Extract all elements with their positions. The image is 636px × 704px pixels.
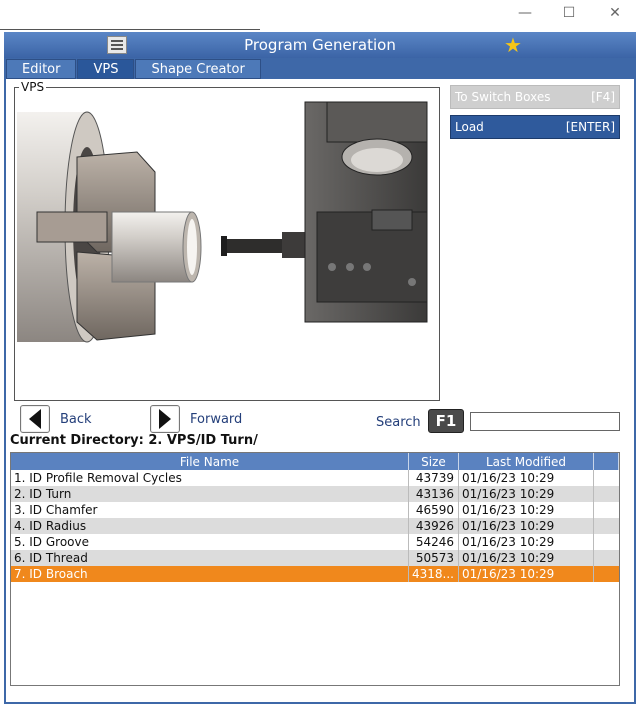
file-size-cell: 46590 (409, 502, 459, 518)
current-directory: Current Directory: 2. VPS/ID Turn/ (10, 433, 258, 448)
search-label: Search (376, 415, 421, 430)
tab-vps[interactable]: VPS (77, 59, 135, 79)
tab-bar: Editor VPS Shape Creator (6, 59, 262, 79)
file-modified-cell: 01/16/23 10:29 (459, 534, 594, 550)
file-name-cell: 4. ID Radius (11, 518, 409, 534)
table-row-selected[interactable]: 7. ID Broach 4318... 01/16/23 10:29 (11, 566, 619, 582)
app-frame: Program Generation ★ Editor VPS Shape Cr… (4, 32, 636, 704)
close-icon[interactable]: ✕ (602, 3, 628, 23)
file-size-cell: 43739 (409, 470, 459, 486)
back-arrow-icon (20, 405, 50, 433)
star-icon[interactable]: ★ (504, 34, 522, 56)
file-size-cell: 43136 (409, 486, 459, 502)
file-size-cell: 4318... (409, 566, 459, 582)
back-button[interactable]: Back (20, 405, 92, 433)
os-title-area (0, 0, 260, 30)
table-row[interactable]: 1. ID Profile Removal Cycles 43739 01/16… (11, 470, 619, 486)
forward-arrow-icon (150, 405, 180, 433)
table-row[interactable]: 6. ID Thread 50573 01/16/23 10:29 (11, 550, 619, 566)
file-size-cell: 54246 (409, 534, 459, 550)
table-row[interactable]: 5. ID Groove 54246 01/16/23 10:29 (11, 534, 619, 550)
table-row[interactable]: 4. ID Radius 43926 01/16/23 10:29 (11, 518, 619, 534)
file-name-cell: 7. ID Broach (11, 566, 409, 582)
file-table: File Name Size Last Modified 1. ID Profi… (10, 452, 620, 686)
file-modified-cell: 01/16/23 10:29 (459, 566, 594, 582)
file-modified-cell: 01/16/23 10:29 (459, 486, 594, 502)
vps-preview-box: VPS (14, 80, 440, 401)
tab-shape-creator[interactable]: Shape Creator (135, 59, 261, 79)
file-size-cell: 43926 (409, 518, 459, 534)
minimize-icon[interactable]: — (512, 3, 538, 23)
file-name-cell: 2. ID Turn (11, 486, 409, 502)
col-file-name[interactable]: File Name (11, 453, 409, 470)
file-name-cell: 5. ID Groove (11, 534, 409, 550)
forward-button[interactable]: Forward (150, 405, 242, 433)
app-title: Program Generation (244, 36, 396, 54)
vps-panel: VPS To Switch Boxes [F4] Load [ENTER] Ba… (6, 79, 634, 702)
file-name-cell: 1. ID Profile Removal Cycles (11, 470, 409, 486)
maximize-icon[interactable]: ☐ (556, 3, 582, 23)
file-modified-cell: 01/16/23 10:29 (459, 502, 594, 518)
file-modified-cell: 01/16/23 10:29 (459, 470, 594, 486)
f1-search-key[interactable]: F1 (428, 409, 464, 433)
menu-icon[interactable] (107, 36, 127, 54)
file-modified-cell: 01/16/23 10:29 (459, 550, 594, 566)
switch-boxes-button[interactable]: To Switch Boxes [F4] (450, 85, 620, 109)
back-label: Back (60, 411, 92, 427)
table-header: File Name Size Last Modified (11, 453, 619, 470)
load-button[interactable]: Load [ENTER] (450, 115, 620, 139)
file-name-cell: 6. ID Thread (11, 550, 409, 566)
col-spacer (594, 453, 619, 470)
switch-boxes-key: [F4] (591, 90, 615, 104)
app-titlebar: Program Generation ★ (4, 32, 636, 58)
switch-boxes-label: To Switch Boxes (455, 90, 551, 104)
file-modified-cell: 01/16/23 10:29 (459, 518, 594, 534)
col-size[interactable]: Size (409, 453, 459, 470)
load-label: Load (455, 120, 484, 134)
table-row[interactable]: 2. ID Turn 43136 01/16/23 10:29 (11, 486, 619, 502)
search-input[interactable] (470, 412, 620, 431)
tab-editor[interactable]: Editor (6, 59, 77, 79)
vps-preview-image (17, 101, 428, 343)
table-row[interactable]: 3. ID Chamfer 46590 01/16/23 10:29 (11, 502, 619, 518)
forward-label: Forward (190, 411, 243, 427)
col-last-modified[interactable]: Last Modified (459, 453, 594, 470)
file-size-cell: 50573 (409, 550, 459, 566)
file-name-cell: 3. ID Chamfer (11, 502, 409, 518)
os-window-titlebar: — ☐ ✕ (0, 0, 636, 30)
load-key: [ENTER] (565, 120, 615, 134)
